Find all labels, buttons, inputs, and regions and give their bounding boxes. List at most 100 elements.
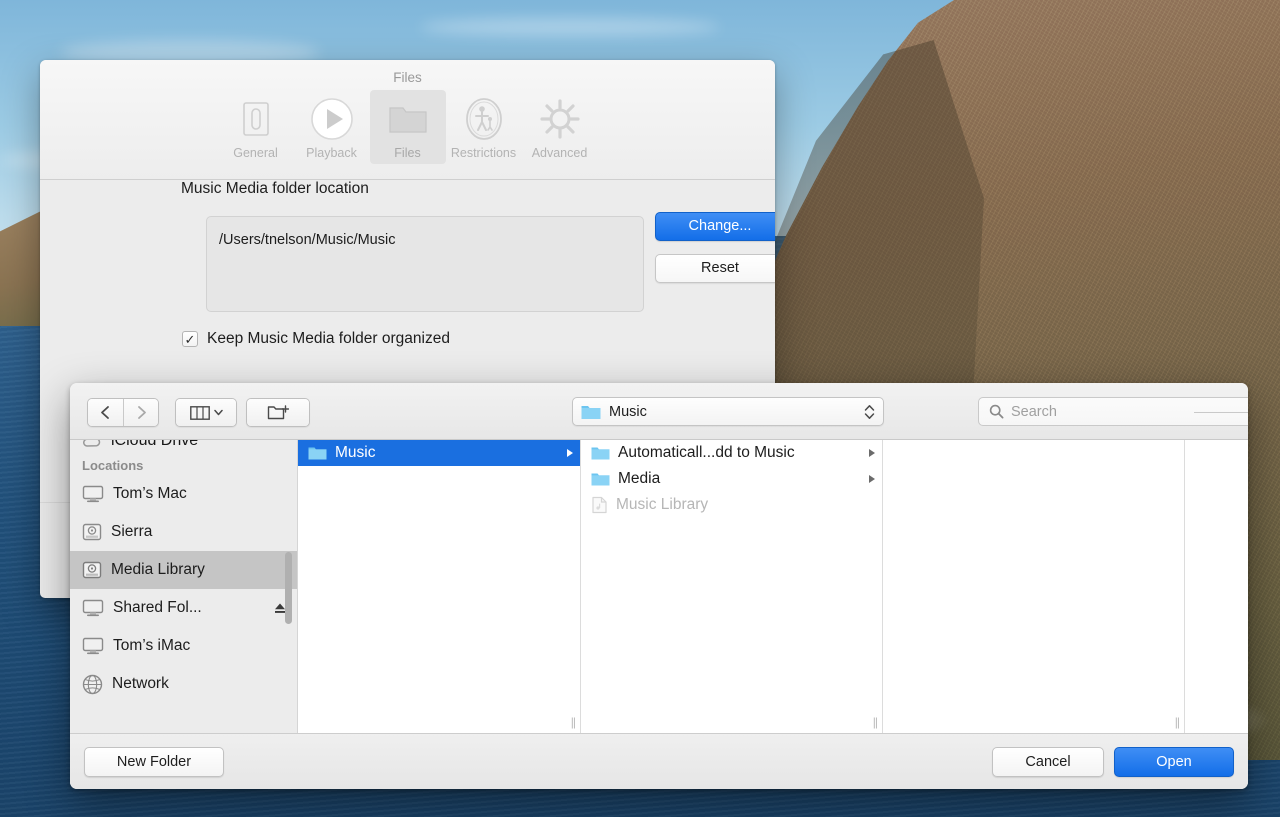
display-icon [82, 485, 104, 503]
resize-grip-glyph: || [570, 715, 576, 729]
dialog-toolbar: Music Search [70, 383, 1248, 440]
cloud-icon [82, 440, 102, 449]
browser-column-4[interactable] [1185, 440, 1246, 733]
chevron-left-icon [99, 405, 112, 420]
column-resize-handle[interactable]: || [298, 711, 580, 733]
media-folder-path-box: /Users/tnelson/Music/Music [206, 216, 644, 312]
folder-icon [591, 472, 610, 487]
up-down-stepper-icon[interactable] [864, 404, 875, 420]
forward-button[interactable] [123, 399, 158, 426]
search-icon [989, 404, 1004, 419]
sidebar-item-toms-imac[interactable]: Tom’s iMac [70, 627, 297, 665]
reset-button[interactable]: Reset [655, 254, 775, 283]
search-input[interactable]: Search [978, 397, 1248, 426]
search-divider-rule [1194, 412, 1248, 413]
sidebar-item-media-library[interactable]: Media Library [70, 551, 297, 589]
sidebar-section-locations: Locations [82, 458, 144, 473]
tab-playback-label: Playback [306, 146, 357, 160]
parental-icon [448, 96, 520, 142]
sidebar-item-sierra[interactable]: Sierra [70, 513, 297, 551]
chevron-right-icon [135, 405, 148, 420]
folder-icon [581, 404, 601, 420]
open-button[interactable]: Open [1114, 747, 1234, 777]
tab-advanced[interactable]: Advanced [522, 90, 598, 164]
list-item-label: Media [618, 470, 661, 487]
disclosure-triangle-icon [868, 474, 876, 484]
dialog-sidebar[interactable]: iCloud Drive Locations Tom’s Mac Sierra … [70, 440, 298, 733]
sidebar-scrollbar[interactable] [285, 552, 292, 624]
list-item[interactable]: Automaticall...dd to Music [581, 440, 882, 466]
column-resize-handle[interactable]: || [581, 711, 882, 733]
cancel-button[interactable]: Cancel [992, 747, 1104, 777]
media-folder-section-label: Music Media folder location [181, 180, 369, 197]
list-item-label: Music [335, 444, 376, 461]
new-folder-icon [267, 404, 289, 421]
browser-column-1[interactable]: Music || [298, 440, 581, 733]
view-mode-button [175, 398, 237, 427]
disclosure-triangle-icon [868, 448, 876, 458]
keep-organized-checkbox-row[interactable]: ✓ Keep Music Media folder organized [182, 330, 450, 348]
display-icon [82, 599, 104, 617]
column-resize-handle[interactable]: || [883, 711, 1184, 733]
dialog-bottom-bar: New Folder Cancel Open [70, 733, 1248, 789]
path-popup-button[interactable]: Music [572, 397, 884, 426]
change-button[interactable]: Change... [655, 212, 775, 241]
preferences-toolbar: Files General Playback Files Restriction… [40, 60, 775, 180]
browser-column-2[interactable]: Automaticall...dd to Music Media Music L… [581, 440, 883, 733]
preferences-tab-bar: General Playback Files Restrictions Adva… [218, 90, 598, 164]
chevron-down-icon [213, 409, 223, 416]
new-folder-toolbar-button-inner[interactable] [247, 399, 309, 426]
list-item[interactable]: Music [298, 440, 580, 466]
play-circle-icon [296, 96, 368, 142]
sidebar-item-toms-mac[interactable]: Tom’s Mac [70, 475, 297, 513]
sidebar-item-toms-imac-label: Tom’s iMac [113, 637, 191, 654]
tab-restrictions[interactable]: Restrictions [446, 90, 522, 164]
harddisk-icon [82, 561, 102, 579]
list-item-label: Music Library [616, 496, 709, 513]
new-folder-button[interactable]: New Folder [84, 747, 224, 777]
list-item[interactable]: Media [581, 466, 882, 492]
tab-restrictions-label: Restrictions [450, 146, 517, 160]
window-title: Files [393, 70, 422, 85]
folder-icon [591, 446, 610, 461]
tab-advanced-label: Advanced [531, 146, 588, 160]
display-icon [82, 637, 104, 655]
wallpaper-cloud [420, 18, 720, 36]
list-item: Music Library [581, 492, 882, 518]
sidebar-item-network-label: Network [112, 675, 169, 692]
search-placeholder: Search [1011, 403, 1057, 420]
tab-files-label: Files [394, 146, 421, 160]
harddisk-icon [82, 523, 102, 541]
keep-organized-checkbox[interactable]: ✓ [182, 331, 198, 347]
sidebar-item-icloud-drive[interactable]: iCloud Drive [70, 440, 297, 454]
tab-general[interactable]: General [218, 90, 294, 164]
browser-column-3[interactable]: || [883, 440, 1185, 733]
column-view-icon [189, 405, 210, 420]
sidebar-item-toms-mac-label: Tom’s Mac [113, 485, 187, 502]
open-file-dialog: Music Search iCloud Drive Locations Tom’… [70, 383, 1248, 789]
sidebar-item-sierra-label: Sierra [111, 523, 153, 540]
switch-icon [220, 96, 292, 142]
media-folder-path-value: /Users/tnelson/Music/Music [219, 232, 396, 248]
sidebar-item-shared-folder-label: Shared Fol... [113, 599, 202, 616]
document-icon [591, 496, 608, 514]
navigation-buttons [87, 398, 159, 427]
tab-general-label: General [233, 146, 278, 160]
sidebar-item-network[interactable]: Network [70, 665, 297, 703]
back-button[interactable] [88, 399, 123, 426]
globe-icon [82, 674, 103, 695]
file-browser: iCloud Drive Locations Tom’s Mac Sierra … [70, 440, 1248, 733]
sidebar-item-icloud-drive-label: iCloud Drive [111, 440, 199, 449]
tab-playback[interactable]: Playback [294, 90, 370, 164]
path-popup-label: Music [609, 403, 647, 420]
gear-icon [524, 96, 596, 142]
sidebar-item-media-library-label: Media Library [111, 561, 205, 578]
list-item-label: Automaticall...dd to Music [618, 444, 795, 461]
tab-files[interactable]: Files [369, 90, 446, 164]
sidebar-item-shared-folder[interactable]: Shared Fol... [70, 589, 297, 627]
folder-icon [308, 446, 327, 461]
disclosure-triangle-icon [566, 448, 574, 458]
new-folder-toolbar-button [246, 398, 310, 427]
resize-grip-glyph: || [872, 715, 878, 729]
column-view-button[interactable] [176, 399, 236, 426]
